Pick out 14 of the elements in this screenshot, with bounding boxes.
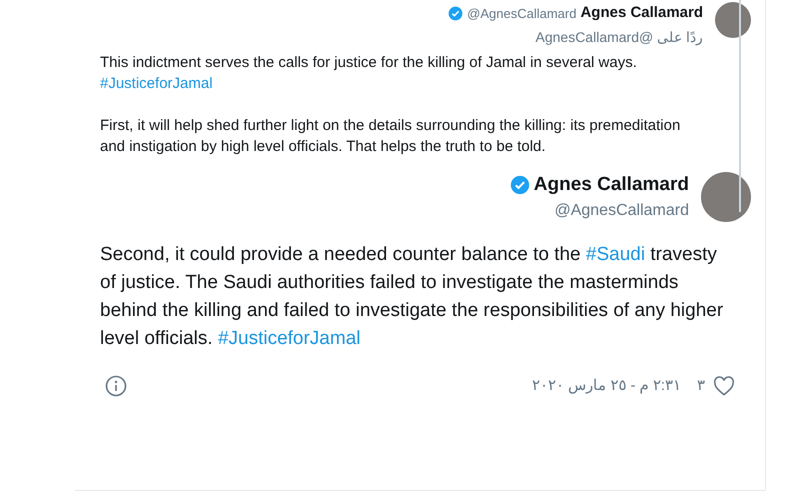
tweet-text: Second, it could provide a needed counter balance to the #Saudi travesty of justice. The Saudi authorities failed to investigate the masterminds behind the killing and failed to investigate the responsibilities of any higher level officials. #JusticeforJamal — [99, 243, 724, 351]
author-handle: @AgnesCallamard — [467, 4, 576, 23]
avatar[interactable] — [715, 2, 751, 38]
author-name[interactable]: Agnes Callamard — [580, 2, 703, 24]
heart-icon — [713, 376, 735, 396]
tweet-paragraph: This indictment serves the calls for justice for the killing of Jamal in several ways. #JusticeforJamal — [100, 52, 638, 94]
info-icon[interactable] — [105, 375, 127, 398]
avatar[interactable] — [701, 172, 751, 222]
tweet-paragraph: First, it will help shed further light on the details surrounding the killing: its premeditation and instigation by high level officials. That helps the truth to be told. — [100, 116, 682, 156]
author-name[interactable]: Agnes Callamard — [534, 170, 689, 199]
like-button[interactable]: ٣ — [697, 375, 735, 398]
author-handle: @AgnesCallamard — [554, 201, 689, 221]
timestamp[interactable]: ٢:٣١ م - ٢٥ مارس ٢٠٢٠ — [532, 375, 681, 398]
reply-to-text: ردًا على @AgnesCallamard — [536, 28, 703, 48]
